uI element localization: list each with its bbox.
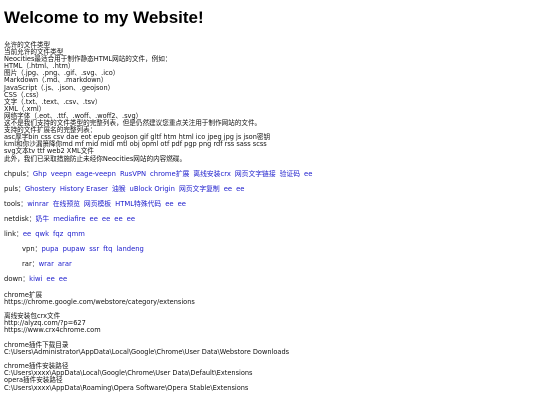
- link-ind0-3[interactable]: ftq: [103, 245, 112, 253]
- link-0-5[interactable]: 离线安装crx: [193, 170, 231, 178]
- link-row-4: link：ee qwk fqz qmm: [4, 230, 536, 239]
- row-label: vpn：: [22, 244, 42, 253]
- link-0-2[interactable]: eage-veepn: [76, 170, 116, 178]
- link-2-2[interactable]: 网页模板: [84, 200, 111, 208]
- link-row-3: netdisk：奶牛 mediafire ee ee ee ee: [4, 215, 536, 224]
- link-3-5[interactable]: ee: [127, 215, 135, 223]
- link-0-6[interactable]: 网页文字链接: [235, 170, 276, 178]
- row-label: netdisk：: [4, 214, 36, 223]
- indented-link-rows: vpn：pupa pupaw ssr ftq landeng rar：wrar arar: [4, 245, 536, 275]
- intro-line: 文字（.txt、.text、.csv、.tsv）: [4, 97, 102, 106]
- info-block: chrome插件下载目录 C:\Users\Administrator\AppDa…: [4, 341, 536, 356]
- info-line: C:\Users\xxxx\AppData\Local\Google\Chrom…: [4, 369, 253, 378]
- link-1-4[interactable]: 网页文字复制: [179, 185, 220, 193]
- link-0-0[interactable]: Ghp: [33, 170, 47, 178]
- link-1-0[interactable]: Ghostery: [25, 185, 56, 193]
- link-ind0-4[interactable]: landeng: [116, 245, 143, 253]
- link-down-0[interactable]: kiwi: [29, 275, 42, 283]
- link-2-1[interactable]: 在线预览: [53, 200, 80, 208]
- link-1-1[interactable]: History Eraser: [60, 185, 108, 193]
- link-1-5[interactable]: ee: [224, 185, 232, 193]
- info-line: C:\Users\xxxx\AppData\Roaming\Opera Soft…: [4, 383, 249, 392]
- link-ind0-0[interactable]: pupa: [41, 245, 58, 253]
- down-link-row: down：kiwi ee ee: [4, 275, 536, 284]
- link-3-1[interactable]: mediafire: [53, 215, 85, 223]
- intro-line: Neocities最适合用于制作静态HTML网站的文件，例如：: [4, 55, 172, 64]
- link-ind0-2[interactable]: ssr: [89, 245, 99, 253]
- link-4-1[interactable]: qwk: [35, 230, 49, 238]
- row-label: chpuls：: [4, 169, 33, 178]
- intro-line: 允许的文件类型: [4, 41, 51, 49]
- row-label: rar：: [22, 259, 39, 268]
- info-line: https://chrome.google.com/webstore/categ…: [4, 297, 195, 306]
- row-label: link：: [4, 229, 23, 238]
- link-0-8[interactable]: ee: [304, 170, 312, 178]
- link-2-3[interactable]: HTML特殊代码: [115, 200, 161, 208]
- intro-text: 允许的文件类型 当前允许的文件类型 Neocities最适合用于制作静态HTML网站…: [4, 41, 536, 163]
- link-row-ind1: rar：wrar arar: [22, 260, 536, 269]
- link-down-2[interactable]: ee: [59, 275, 67, 283]
- link-row-2: tools：winrar 在线预览 网页模板 HTML特殊代码 ee ee: [4, 200, 536, 209]
- link-row-ind0: vpn：pupa pupaw ssr ftq landeng: [22, 245, 536, 254]
- link-1-2[interactable]: 油猴: [112, 185, 126, 193]
- link-row-1: puls：Ghostery History Eraser 油猴 uBlock Orig…: [4, 185, 536, 194]
- link-0-7[interactable]: 验证码: [280, 170, 300, 178]
- link-down-1[interactable]: ee: [46, 275, 54, 283]
- link-3-3[interactable]: ee: [102, 215, 110, 223]
- link-row-0: chpuls：Ghp veepn eage-veepn RusVPN chrome扩展离…: [4, 170, 536, 179]
- link-ind1-0[interactable]: wrar: [39, 260, 54, 268]
- link-3-4[interactable]: ee: [114, 215, 122, 223]
- link-2-5[interactable]: ee: [178, 200, 186, 208]
- row-label: tools：: [4, 199, 28, 208]
- link-2-4[interactable]: ee: [165, 200, 173, 208]
- link-1-3[interactable]: uBlock Origin: [130, 185, 175, 193]
- link-4-0[interactable]: ee: [23, 230, 31, 238]
- row-label: down：: [4, 274, 30, 283]
- info-line: C:\Users\Administrator\AppData\Local\Goo…: [4, 347, 290, 356]
- info-block: 离线安装包crx文件 http://alyzq.com/?p=627 https:/…: [4, 312, 536, 335]
- link-0-4[interactable]: chrome扩展: [150, 170, 189, 178]
- intro-line: 此外，我们已采取措施防止未经你Neocities网站的内容燃碟。: [4, 154, 187, 163]
- link-4-2[interactable]: fqz: [53, 230, 63, 238]
- link-0-3[interactable]: RusVPN: [120, 170, 146, 178]
- link-0-1[interactable]: veepn: [51, 170, 72, 178]
- page-content: Welcome to my Website! 允许的文件类型 当前允许的文件类型 N…: [4, 8, 536, 392]
- info-block: chrome扩展 https://chrome.google.com/websto…: [4, 291, 536, 306]
- link-3-0[interactable]: 奶牛: [36, 215, 50, 223]
- link-rows: chpuls：Ghp veepn eage-veepn RusVPN chrome扩展离…: [4, 170, 536, 245]
- info-section: chrome扩展 https://chrome.google.com/websto…: [4, 291, 536, 392]
- link-1-6[interactable]: ee: [236, 185, 244, 193]
- link-row-down: down：kiwi ee ee: [4, 275, 536, 284]
- intro-line: JavaScript（.js、.json、.geojson）: [4, 83, 115, 92]
- info-block: chrome插件安装路径 C:\Users\xxxx\AppData\Local\…: [4, 362, 536, 392]
- link-3-2[interactable]: ee: [90, 215, 98, 223]
- link-4-3[interactable]: qmm: [67, 230, 85, 238]
- link-2-0[interactable]: winrar: [27, 200, 49, 208]
- row-label: puls：: [4, 184, 25, 193]
- info-line: https://www.crx4chrome.com: [4, 326, 101, 335]
- link-ind1-1[interactable]: arar: [58, 260, 72, 268]
- link-ind0-1[interactable]: pupaw: [63, 245, 86, 253]
- page-title: Welcome to my Website!: [4, 8, 204, 27]
